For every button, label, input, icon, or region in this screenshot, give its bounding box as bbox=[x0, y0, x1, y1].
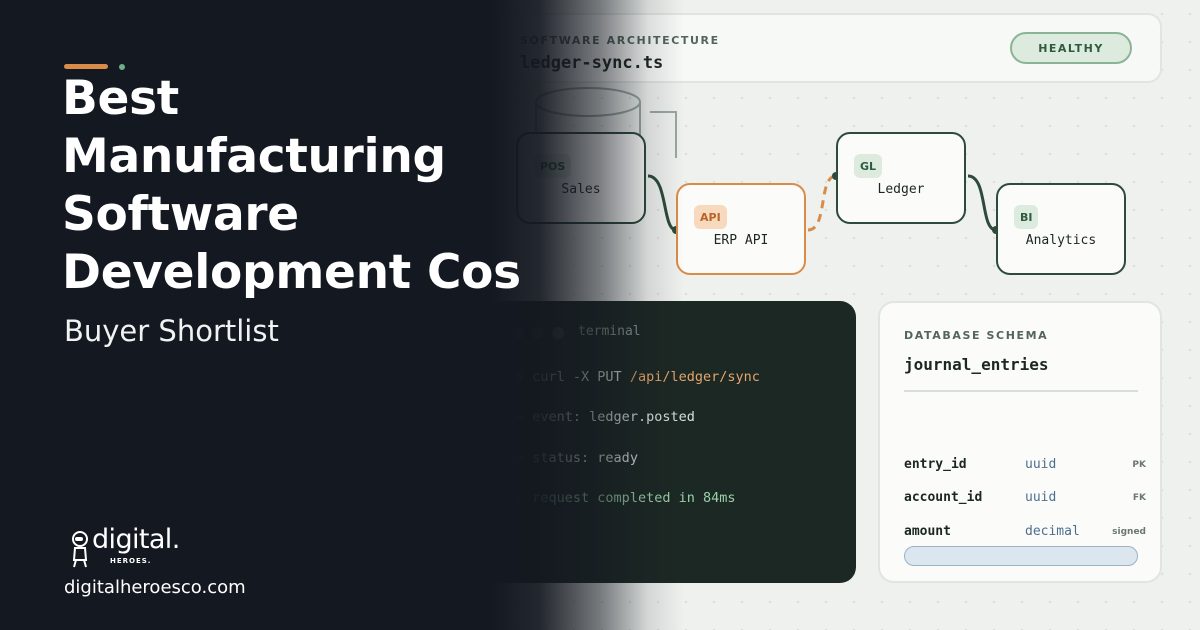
website-url: digitalheroesco.com bbox=[64, 577, 246, 598]
brand-logo: digital. HEROES. bbox=[70, 524, 220, 568]
logo-wordmark: digital. bbox=[92, 524, 180, 555]
astronaut-icon bbox=[72, 531, 88, 568]
headline-line: Software bbox=[62, 187, 299, 242]
logo-subtext: HEROES. bbox=[110, 557, 152, 565]
accent-bar bbox=[64, 64, 108, 69]
hero-text-panel: Best Manufacturing Software Development … bbox=[0, 0, 1200, 630]
headline-line: Manufacturing bbox=[62, 129, 446, 184]
headline-line: Development Cos bbox=[62, 245, 521, 300]
headline: Best Manufacturing Software Development … bbox=[62, 70, 622, 302]
subtitle: Buyer Shortlist bbox=[64, 314, 279, 348]
headline-line: Best bbox=[62, 71, 179, 126]
